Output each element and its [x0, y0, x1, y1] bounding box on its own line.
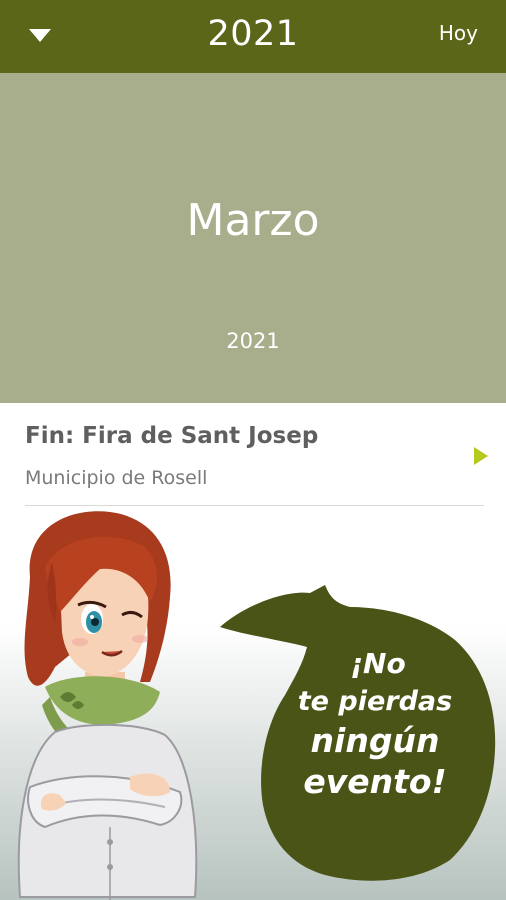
- app-screen: 2021 Hoy Marzo 2021 Fin: Fira de Sant Jo…: [0, 0, 506, 900]
- event-list-item[interactable]: Fin: Fira de Sant Josep Municipio de Ros…: [0, 403, 506, 507]
- month-year: 2021: [226, 329, 280, 353]
- promo-banner: ¡No te pierdas ningún evento!: [0, 507, 506, 900]
- year-title: 2021: [207, 14, 299, 54]
- promo-line-2: te pierdas: [297, 686, 453, 717]
- today-button[interactable]: Hoy: [439, 21, 478, 45]
- top-bar: 2021 Hoy: [0, 0, 506, 73]
- list-divider: [25, 505, 484, 506]
- character-illustration: [17, 511, 198, 900]
- month-banner: Marzo 2021: [0, 73, 506, 403]
- promo-line-1: ¡No: [350, 647, 406, 680]
- event-location: Municipio de Rosell: [25, 467, 208, 489]
- event-title: Fin: Fira de Sant Josep: [25, 423, 319, 449]
- promo-message: ¡No te pierdas ningún evento!: [275, 647, 475, 801]
- month-name: Marzo: [186, 195, 320, 246]
- promo-line-3: ningún: [310, 721, 440, 760]
- promo-line-4: evento!: [303, 762, 447, 801]
- play-arrow-icon: [474, 447, 488, 465]
